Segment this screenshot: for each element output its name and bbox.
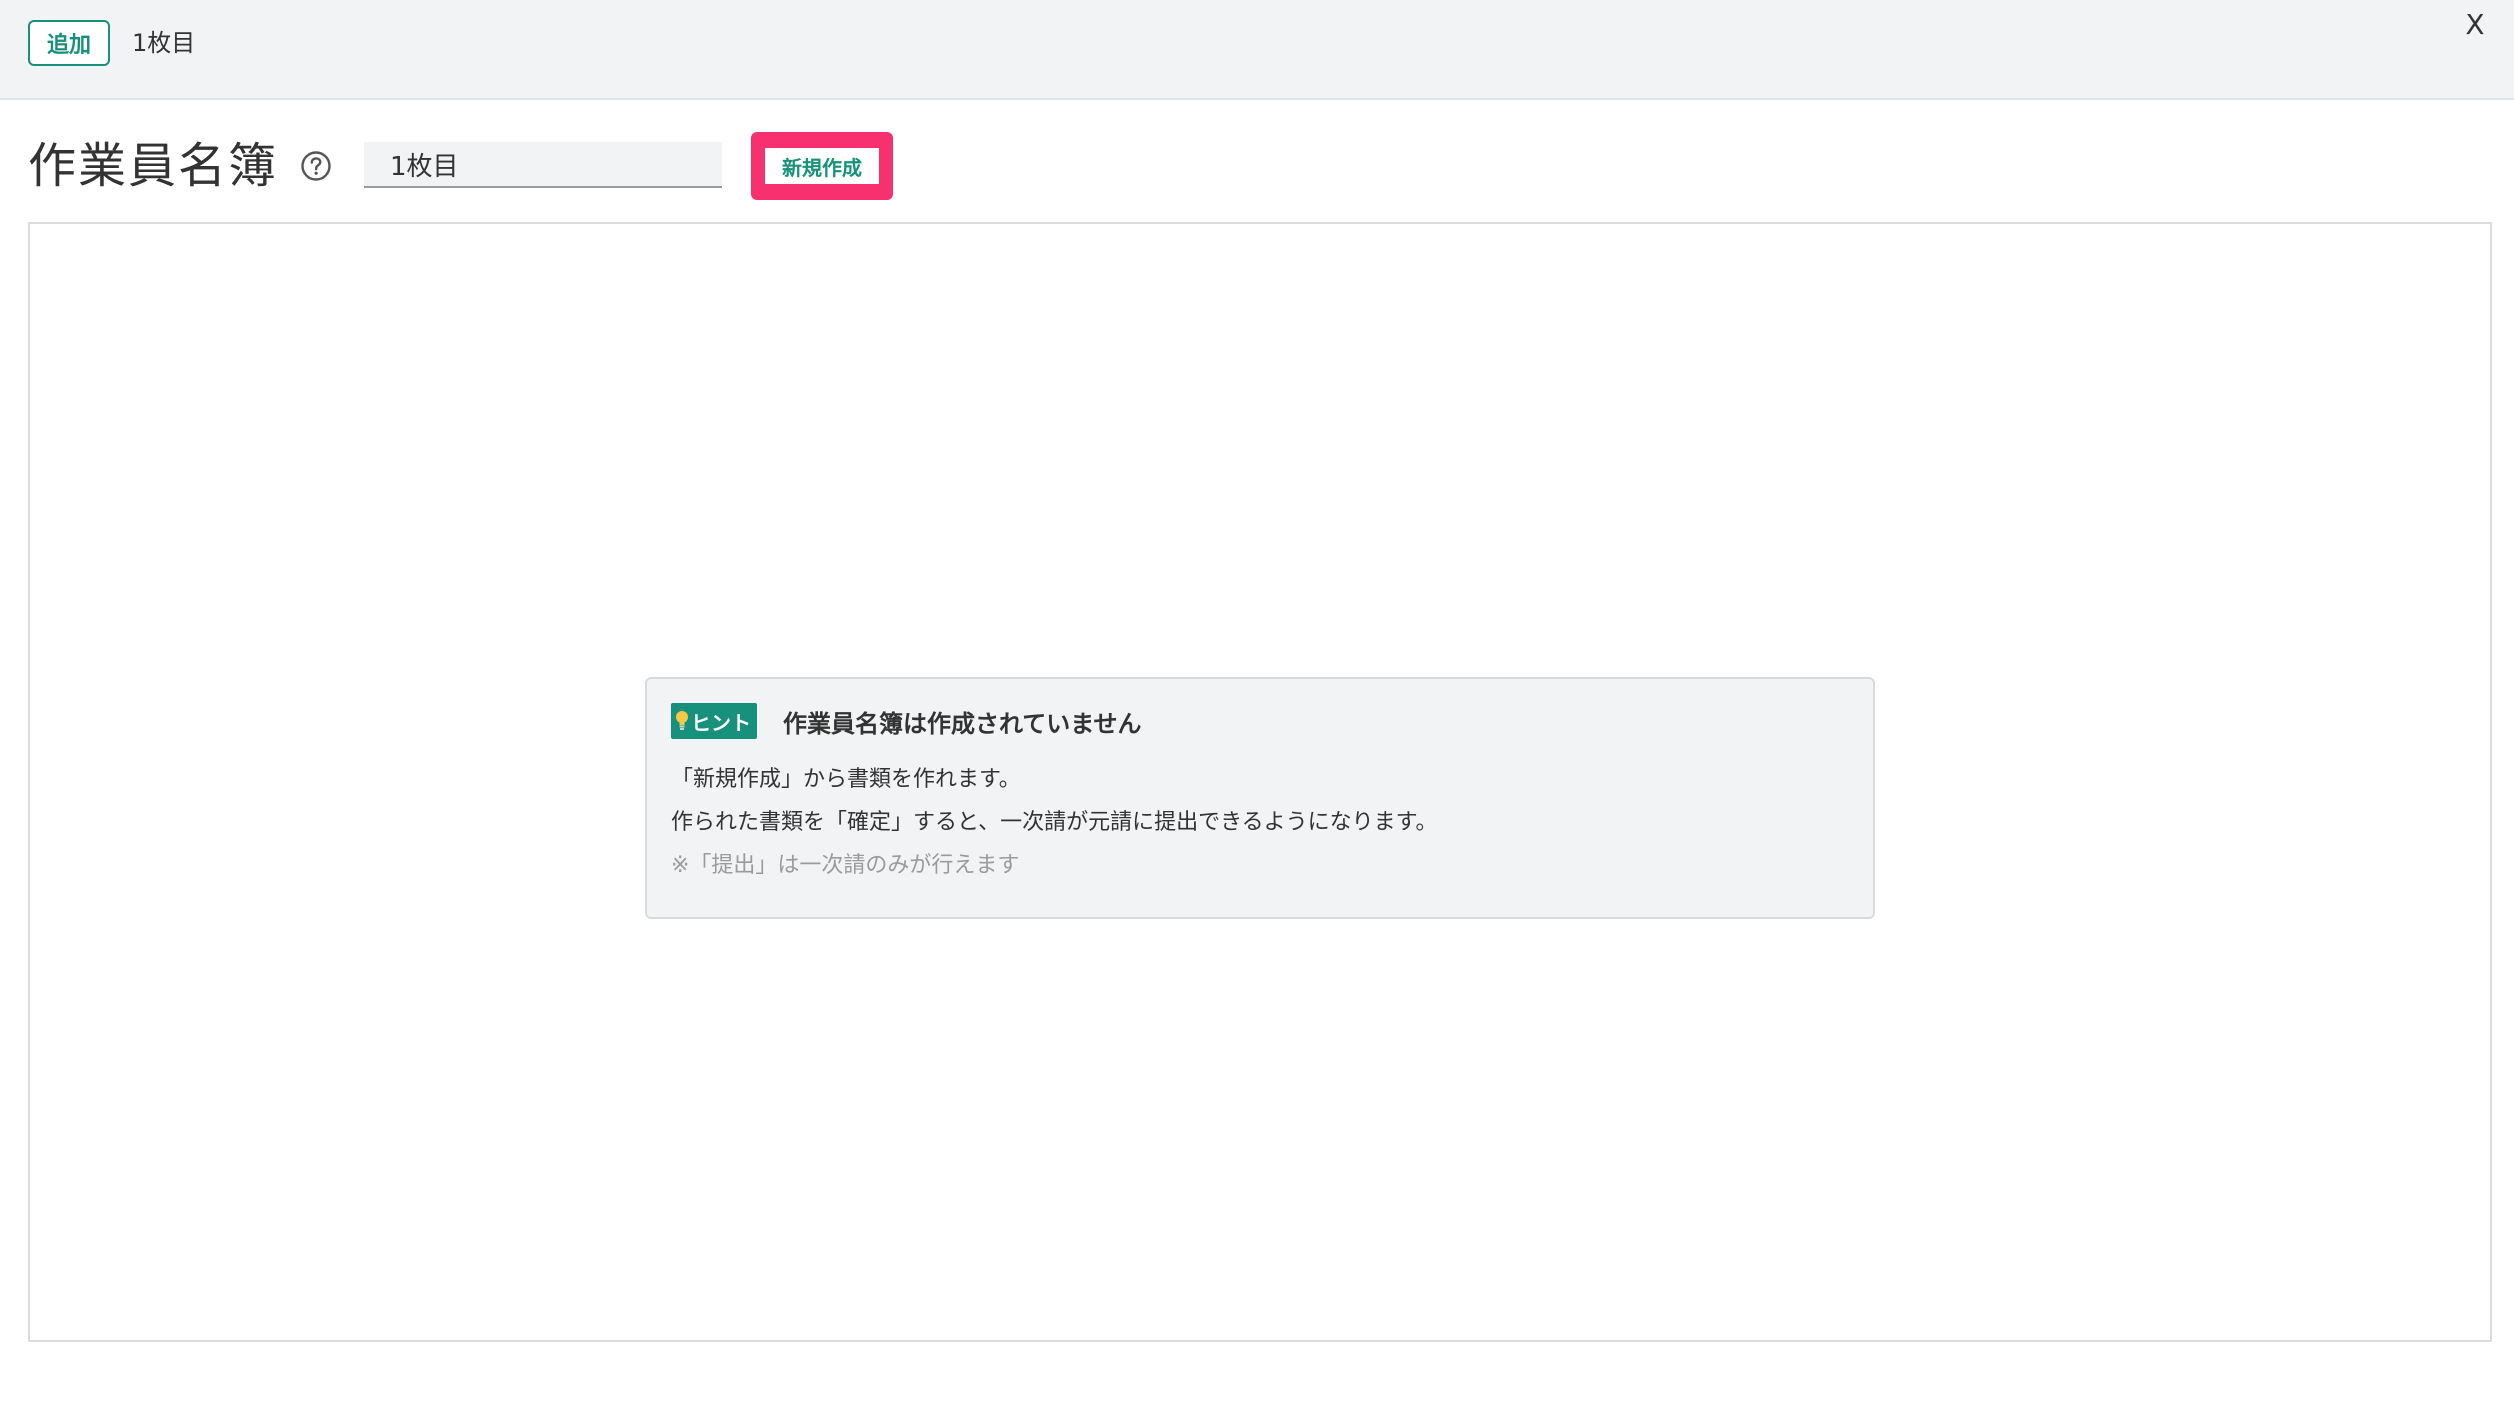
page-title: 作業員名簿 bbox=[28, 138, 279, 194]
hint-badge-label: ヒント bbox=[691, 710, 751, 735]
hint-note: ※「提出」は一次請のみが行えます bbox=[671, 853, 1020, 878]
hint-text-line: 作られた書類を「確定」すると、一次請が元請に提出できるようになります。 bbox=[671, 810, 1438, 835]
lightbulb-icon bbox=[676, 711, 688, 730]
help-icon[interactable] bbox=[300, 150, 332, 182]
hint-box: ヒント 作業員名簿は作成されていません 「新規作成」から書類を作れます。 作られ… bbox=[645, 677, 1875, 919]
sheet-tab-label[interactable]: 1枚目 bbox=[132, 27, 195, 59]
new-create-button[interactable]: 新規作成 bbox=[765, 148, 879, 184]
close-button[interactable]: X bbox=[2460, 6, 2490, 42]
sheet-name-input[interactable] bbox=[364, 142, 722, 188]
hint-text-line: 「新規作成」から書類を作れます。 bbox=[671, 767, 1021, 792]
top-toolbar: 追加 1枚目 X bbox=[0, 0, 2514, 100]
hint-title: 作業員名簿は作成されていません bbox=[783, 709, 1142, 738]
hint-badge: ヒント bbox=[671, 703, 757, 739]
add-button[interactable]: 追加 bbox=[28, 20, 110, 66]
